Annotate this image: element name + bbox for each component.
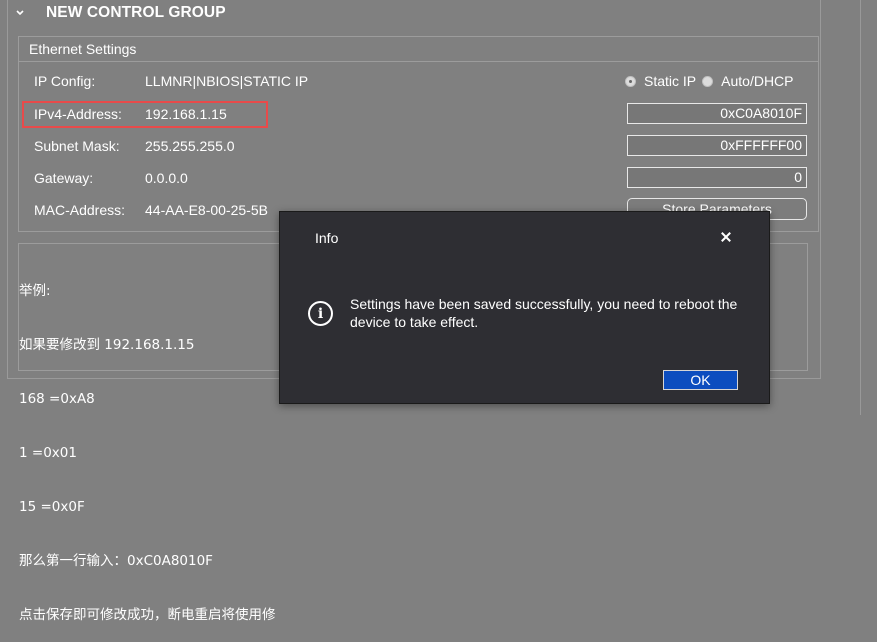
example-line: 15 =0x0F: [19, 499, 85, 515]
close-icon[interactable]: [719, 230, 733, 244]
example-line: 1 =0x01: [19, 445, 77, 461]
example-line: 那么第一行输入：0xC0A8010F: [19, 553, 213, 569]
mac-value: 44-AA-E8-00-25-5B: [145, 202, 268, 218]
gateway-value: 0.0.0.0: [145, 170, 188, 186]
info-dialog: Info i Settings have been saved successf…: [279, 211, 770, 404]
example-line: 点击保存即可修改成功，断电重启将使用修: [19, 607, 276, 623]
example-line: 举例:: [19, 283, 51, 299]
example-line: 如果要修改到 192.168.1.15: [19, 337, 195, 353]
ethernet-settings-title: Ethernet Settings: [19, 37, 818, 62]
static-ip-radio[interactable]: [625, 75, 636, 87]
panel-divider: [860, 0, 861, 415]
ip-mode-radio-group: Static IP Auto/DHCP: [625, 73, 800, 89]
subnet-value: 255.255.255.0: [145, 138, 235, 154]
chevron-down-icon[interactable]: [14, 5, 26, 17]
example-line: 168 =0xA8: [19, 391, 95, 407]
example-text: 举例: 如果要修改到 192.168.1.15 168 =0xA8 1 =0x0…: [19, 246, 276, 642]
dialog-title: Info: [315, 230, 339, 246]
mac-label: MAC-Address:: [34, 202, 126, 218]
info-icon: i: [308, 301, 333, 326]
ok-button[interactable]: OK: [663, 370, 738, 390]
ip-config-value: LLMNR|NBIOS|STATIC IP: [145, 73, 309, 89]
dhcp-label[interactable]: Auto/DHCP: [721, 73, 793, 89]
static-ip-label[interactable]: Static IP: [644, 73, 696, 89]
ip-config-label: IP Config:: [34, 73, 96, 89]
dialog-message: Settings have been saved successfully, y…: [350, 296, 738, 330]
ipv4-hex-input[interactable]: 0xC0A8010F: [627, 103, 807, 124]
subnet-hex-input[interactable]: 0xFFFFFF00: [627, 135, 807, 156]
group-header[interactable]: NEW CONTROL GROUP: [14, 2, 226, 24]
ipv4-highlight: [22, 101, 268, 128]
group-title: NEW CONTROL GROUP: [46, 4, 226, 21]
subnet-label: Subnet Mask:: [34, 138, 120, 154]
gateway-hex-input[interactable]: 0: [627, 167, 807, 188]
gateway-label: Gateway:: [34, 170, 94, 186]
dhcp-radio[interactable]: [702, 75, 714, 87]
